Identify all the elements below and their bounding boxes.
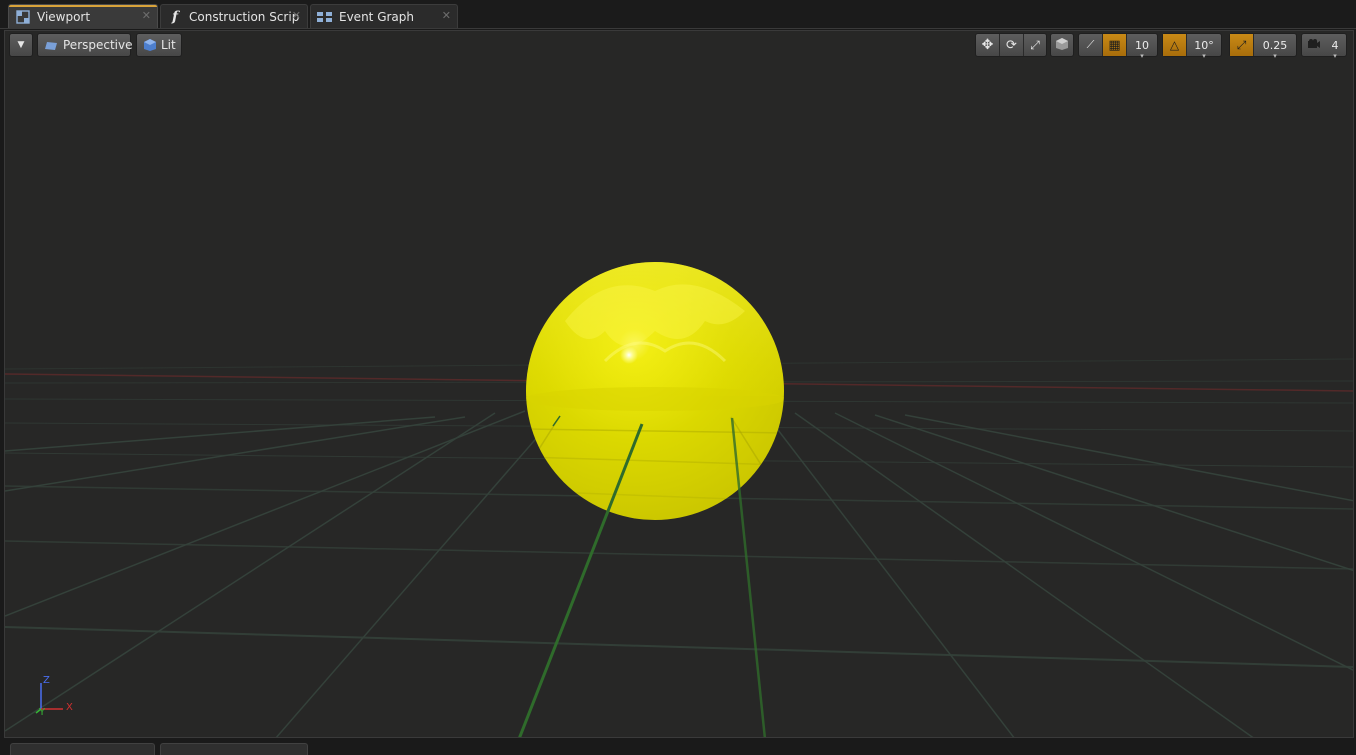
axis-y-label: Y bbox=[39, 707, 46, 718]
viewport-options-button[interactable]: ▼ bbox=[9, 33, 33, 57]
yellow-sphere bbox=[526, 262, 784, 520]
close-icon[interactable]: ✕ bbox=[142, 9, 151, 22]
bottom-tab-1[interactable] bbox=[10, 743, 155, 755]
scale-tool-button[interactable]: ⤢ bbox=[1024, 34, 1046, 56]
grid-icon: ▦ bbox=[1108, 37, 1121, 53]
grid-snap-toggle[interactable]: ▦ bbox=[1103, 34, 1127, 56]
lit-cube-icon bbox=[143, 38, 157, 52]
surface-snap-button[interactable]: ⟋ bbox=[1079, 34, 1103, 56]
grid-snap-group: ⟋ ▦ 10 bbox=[1078, 33, 1158, 57]
axis-gizmo: Z X Y bbox=[29, 671, 79, 719]
rotate-tool-button[interactable]: ⟳ bbox=[1000, 34, 1024, 56]
close-icon[interactable]: ✕ bbox=[442, 9, 451, 22]
camera-speed-button[interactable]: 4 bbox=[1301, 33, 1347, 57]
translate-tool-button[interactable]: ✥ bbox=[976, 34, 1000, 56]
coordinate-system-button[interactable] bbox=[1050, 33, 1074, 57]
viewport-icon bbox=[15, 9, 31, 25]
rotation-snap-group: △ 10° bbox=[1162, 33, 1222, 57]
level-viewport[interactable]: ▼ Perspective Lit ✥ ⟳ ⤢ ⟋ ▦ 10 ▾ △ 10° ▾… bbox=[4, 30, 1354, 738]
close-icon[interactable]: ✕ bbox=[292, 9, 301, 22]
lighting-mode-label: Lit bbox=[161, 38, 176, 52]
tab-viewport[interactable]: Viewport ✕ bbox=[8, 4, 158, 28]
event-graph-icon bbox=[317, 9, 333, 25]
camera-icon-wrap bbox=[1302, 34, 1326, 56]
lighting-mode-button[interactable]: Lit bbox=[136, 33, 182, 57]
scale-snap-group: ⤢ 0.25 bbox=[1229, 33, 1297, 57]
rotation-snap-toggle[interactable]: △ bbox=[1163, 34, 1187, 56]
camera-speed-value: 4 bbox=[1326, 34, 1344, 56]
rotation-snap-value[interactable]: 10° bbox=[1187, 34, 1221, 56]
move-arrows-icon: ✥ bbox=[981, 37, 994, 53]
tab-label: Viewport bbox=[37, 9, 91, 24]
scale-snap-value[interactable]: 0.25 bbox=[1254, 34, 1296, 56]
tab-label: Event Graph bbox=[339, 9, 414, 24]
editor-tab-bar: Viewport ✕ f Construction Scrip ✕ Event … bbox=[0, 0, 1356, 29]
rotate-icon: ⟳ bbox=[1006, 37, 1017, 53]
scale-icon: ⤢ bbox=[1030, 37, 1040, 52]
bottom-panel-tabs bbox=[0, 738, 1356, 755]
chevron-down-icon: ▼ bbox=[17, 40, 25, 50]
world-cube-icon bbox=[1055, 37, 1069, 54]
perspective-icon bbox=[44, 40, 58, 50]
axis-z-label: Z bbox=[43, 675, 50, 686]
surface-snap-icon: ⟋ bbox=[1086, 38, 1095, 51]
scene-render[interactable] bbox=[5, 31, 1354, 738]
camera-icon bbox=[1307, 38, 1321, 52]
bottom-tab-2[interactable] bbox=[160, 743, 308, 755]
tab-event-graph[interactable]: Event Graph ✕ bbox=[310, 4, 458, 28]
tab-label: Construction Scrip bbox=[189, 9, 300, 24]
transform-tools-group: ✥ ⟳ ⤢ bbox=[975, 33, 1047, 57]
axis-x-label: X bbox=[66, 702, 73, 713]
angle-icon: △ bbox=[1169, 38, 1180, 52]
grid-snap-value[interactable]: 10 bbox=[1127, 34, 1157, 56]
view-mode-button[interactable]: Perspective bbox=[37, 33, 133, 57]
view-mode-label: Perspective bbox=[63, 38, 133, 52]
scale-arrow-icon: ⤢ bbox=[1236, 37, 1247, 52]
scale-snap-toggle[interactable]: ⤢ bbox=[1230, 34, 1254, 56]
tab-construction-script[interactable]: f Construction Scrip ✕ bbox=[160, 4, 308, 28]
function-icon: f bbox=[171, 8, 179, 25]
